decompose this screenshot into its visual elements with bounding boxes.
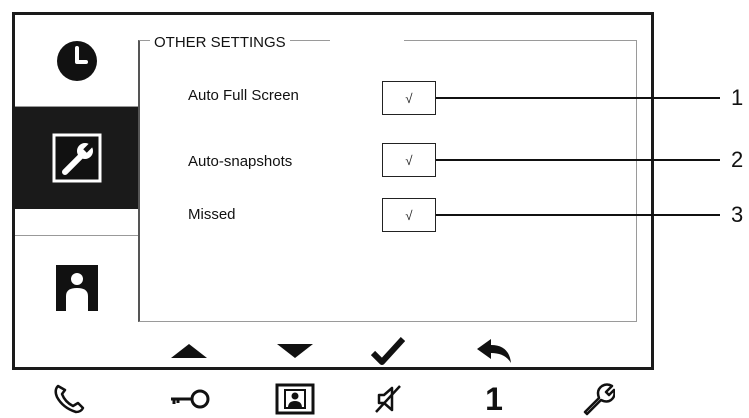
callout-number: 3	[731, 202, 744, 227]
check-mark: √	[405, 90, 413, 106]
callout-number: 2	[731, 147, 744, 172]
panel-border-gap	[330, 38, 404, 44]
callout-line	[436, 97, 720, 99]
checkbox-auto-full-screen[interactable]: √	[382, 81, 436, 115]
hw-settings-button[interactable]	[575, 382, 621, 416]
hw-monitor-button[interactable]	[270, 382, 320, 416]
check-icon	[371, 337, 405, 365]
setting-label-missed: Missed	[188, 206, 236, 223]
confirm-button[interactable]	[365, 336, 411, 366]
callout-line	[436, 214, 720, 216]
back-icon	[477, 339, 511, 363]
wrench-icon	[52, 133, 101, 183]
hw-button-1[interactable]: 1	[474, 381, 514, 417]
clock-icon	[56, 40, 97, 81]
sidebar-item-settings[interactable]	[15, 107, 138, 209]
sidebar-item-person[interactable]	[15, 235, 138, 339]
monitor-person-icon	[275, 383, 315, 415]
wrench-icon	[583, 383, 615, 416]
setting-label-auto-snapshots: Auto-snapshots	[188, 153, 293, 170]
arrow-down-icon	[277, 344, 313, 358]
callout-line	[436, 159, 720, 161]
setting-label-auto-full-screen: Auto Full Screen	[188, 87, 299, 104]
back-button[interactable]	[472, 336, 518, 366]
checkbox-auto-snapshots[interactable]: √	[382, 143, 436, 177]
up-button[interactable]	[166, 336, 212, 366]
sidebar-item-clock[interactable]	[15, 15, 138, 107]
arrow-up-icon	[171, 344, 207, 358]
checkbox-missed[interactable]: √	[382, 198, 436, 232]
hw-call-button[interactable]	[45, 382, 91, 416]
hw-unlock-button[interactable]	[165, 382, 215, 416]
check-mark: √	[405, 207, 413, 223]
down-button[interactable]	[272, 336, 318, 366]
key-icon	[171, 389, 210, 409]
callout-number: 1	[731, 85, 744, 110]
check-mark: √	[405, 152, 413, 168]
mute-icon	[375, 385, 401, 413]
phone-icon	[54, 384, 85, 414]
person-icon	[55, 264, 98, 311]
hw-mute-button[interactable]	[365, 382, 411, 416]
panel-title: OTHER SETTINGS	[150, 34, 290, 51]
